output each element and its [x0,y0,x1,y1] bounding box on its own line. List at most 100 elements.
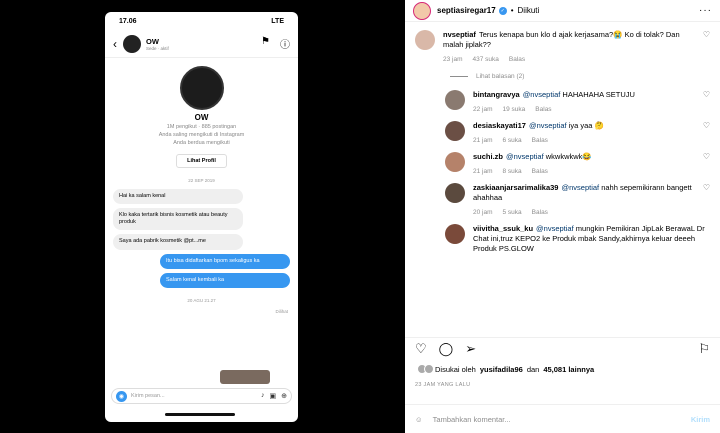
profile-mutual: Anda saling mengikuti di Instagram [158,132,245,138]
post-sidebar: septiasiregar17 ✓ • Diikuti ··· nvseptia… [405,0,720,433]
info-icon: ⓘ [280,40,290,51]
likes-summary: Disukai oleh yusifadila96 dan 45,081 lai… [417,364,594,374]
follow-button[interactable]: Diikuti [518,6,540,15]
comment-user[interactable]: suchi.zb [473,152,503,161]
comment-likes[interactable]: 437 suka [473,56,499,65]
reply-button[interactable]: Balas [535,106,551,115]
profile-follows-note: Anda berdua mengikuti [173,140,230,146]
comments-list[interactable]: nvseptiaf Terus kenapa bun klo d ajak ker… [405,24,720,334]
view-profile-button: Lihat Profil [176,154,227,168]
comment-mention[interactable]: @nvseptiaf [506,152,544,161]
comment-likes[interactable]: 6 suka [503,137,522,146]
more-options-icon[interactable]: ··· [699,5,712,16]
comment: suchi.zb @nvseptiaf wkwkwkwk😂 21 jam 8 suk… [405,146,720,177]
comment-time: 23 jam [443,56,463,64]
likes-count[interactable]: 45,081 lainnya [543,365,594,374]
comment-user[interactable]: viivitha_ssuk_ku [473,224,533,233]
share-icon[interactable]: ➢ [465,341,476,357]
status-bar: 17.06 LTE [105,12,298,30]
mic-icon: ♪ [261,392,265,399]
commenter-avatar[interactable] [445,90,465,111]
comment-user[interactable]: bintangravya [473,90,520,99]
commenter-avatar[interactable] [445,182,465,203]
liked-and: dan [526,364,540,374]
profile-avatar [179,66,224,110]
comment-likes[interactable]: 8 suka [503,168,522,177]
comment: desiaskayati17 @nvseptiaf iya yaa 🤔 21 ja… [405,115,720,146]
liked-by-label: Disukai oleh [435,364,476,374]
dm-composer: ◉ Kirim pesan... ♪ ▣ ⊕ [111,388,292,404]
liked-user[interactable]: yusifadila96 [480,365,523,374]
status-network: LTE [271,17,284,25]
commenter-avatar[interactable] [415,30,435,50]
add-comment-bar: ☺ Tambahkan komentar... Kirim [405,404,720,433]
replies-line [450,76,468,78]
shared-image [220,370,270,384]
dm-header: ‹ OW Sede · aktif ⚑ ⓘ [105,30,298,58]
reply-button[interactable]: Balas [509,56,525,65]
chat-message: Hai ka salam kenal [113,189,243,205]
home-indicator [165,413,235,416]
comment-input[interactable]: Tambahkan komentar... [433,415,511,424]
chat-message: Itu bisa didaftarkan bpom sekaligus ka [160,253,290,269]
view-replies-label[interactable]: Lihat balasan (2) [476,73,524,80]
heart-icon[interactable]: ♡ [703,152,710,177]
heart-icon[interactable]: ♡ [703,30,710,65]
comment-user[interactable]: nvseptiaf [443,30,476,39]
chat-date: 22 SEP 2019 [188,178,215,183]
reply-button[interactable]: Balas [532,168,548,177]
flag-icon: ⚑ [261,36,270,47]
heart-icon[interactable]: ♡ [703,183,710,218]
comment-time: 20 jam [473,208,493,216]
author-avatar[interactable] [413,1,431,20]
dm-profile: OW 1M pengikut · 885 postingan Anda sali… [105,58,298,168]
commenter-avatar[interactable] [445,120,465,141]
comment-time: 21 jam [473,167,493,175]
reply-button[interactable]: Balas [532,137,548,146]
post-actions: ♡ ◯ ➢ ⚐ [405,337,720,359]
comment-mention[interactable]: @nvseptiaf [561,183,599,192]
comment-time: 21 jam [473,137,493,145]
heart-icon[interactable]: ♡ [415,341,427,357]
comment-user[interactable]: zaskiaanjarsarimalika39 [473,183,558,192]
profile-stats: 1M pengikut · 885 postingan [166,124,237,130]
post-media: 17.06 LTE ‹ OW Sede · aktif ⚑ ⓘ OW 1M pe… [0,0,405,433]
dm-subtitle: Sede · aktif [146,45,169,51]
comment: zaskiaanjarsarimalika39 @nvseptiaf nahh s… [405,177,720,218]
comment-mention[interactable]: @nvseptiaf [536,224,574,233]
verified-icon: ✓ [498,6,507,15]
post-comment-button[interactable]: Kirim [691,415,710,424]
comment: bintangravya @nvseptiaf HAHAHAHA SETUJU 2… [405,84,720,115]
view-replies[interactable]: Lihat balasan (2) [405,65,720,84]
post-timestamp: 23 JAM YANG LALU [415,382,471,388]
gallery-icon: ▣ [269,393,277,400]
emoji-icon[interactable]: ☺ [415,415,423,424]
comment-user[interactable]: desiaskayati17 [473,121,526,130]
post-header: septiasiregar17 ✓ • Diikuti ··· [405,0,720,22]
comment-icon[interactable]: ◯ [439,341,454,357]
chat-message: Salam kenal kembali ka [160,272,290,288]
commenter-avatar[interactable] [445,151,465,172]
profile-name: OW [194,113,209,122]
commenter-avatar[interactable] [445,223,465,244]
heart-icon[interactable]: ♡ [703,90,710,115]
comment-likes[interactable]: 19 suka [503,106,526,115]
comment: viivitha_ssuk_ku @nvseptiaf mungkin Pemik… [405,218,720,254]
reply-button[interactable]: Balas [532,209,548,218]
bookmark-icon[interactable]: ⚐ [698,341,710,357]
status-time: 17.06 [119,17,137,25]
comment-likes[interactable]: 5 suka [503,209,522,218]
separator-dot: • [510,6,514,15]
comment-mention[interactable]: @nvseptiaf [529,121,567,130]
dm-name: OW [146,36,159,46]
author-username[interactable]: septiasiregar17 [437,6,496,15]
heart-icon[interactable]: ♡ [703,121,710,146]
seen-label: Dilihat [275,308,288,314]
comment: nvseptiaf Terus kenapa bun klo d ajak ker… [405,24,720,65]
camera-icon: ◉ [116,390,127,402]
plus-icon: ⊕ [281,393,287,400]
liker-avatars [417,364,434,374]
chat-message: Saya ada pabrik kosmetik @pt...me [113,234,243,250]
comment-mention[interactable]: @nvseptiaf [523,90,561,99]
back-icon: ‹ [113,36,117,51]
